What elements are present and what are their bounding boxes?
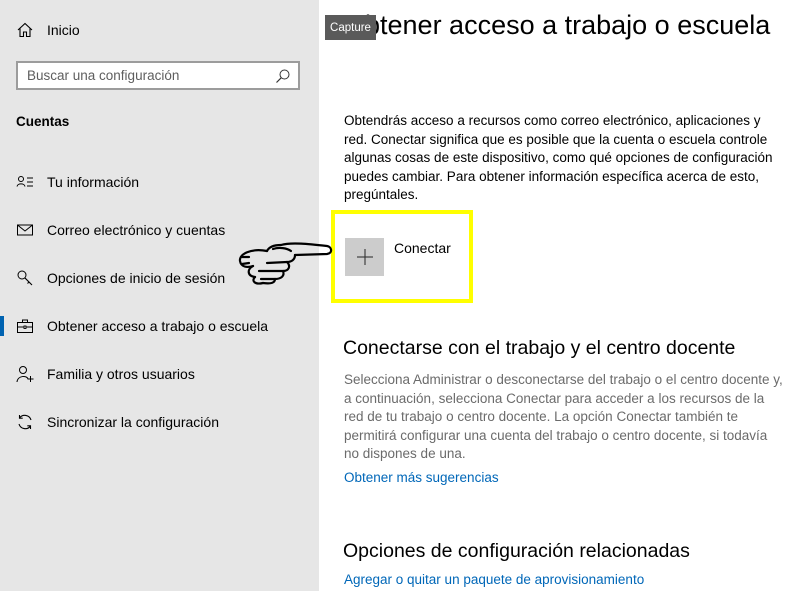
sidebar-item-sincronizar[interactable]: Sincronizar la configuración — [0, 402, 319, 442]
selected-indicator — [0, 316, 4, 336]
main-content: Obtener acceso a trabajo o escuela Captu… — [320, 0, 791, 591]
connect-button[interactable] — [345, 238, 384, 276]
person-card-icon — [16, 176, 33, 187]
intro-text: Obtendrás acceso a recursos como correo … — [344, 113, 773, 202]
search-icon[interactable] — [275, 68, 291, 84]
sidebar-item-label: Correo electrónico y cuentas — [47, 222, 226, 238]
capture-badge: Capture — [325, 15, 376, 40]
provisioning-package-link[interactable]: Agregar o quitar un paquete de aprovisio… — [344, 572, 644, 587]
home-link[interactable]: Inicio — [16, 19, 80, 41]
sidebar-item-tu-informacion[interactable]: Tu información — [0, 162, 319, 202]
sidebar-item-label: Tu información — [47, 174, 140, 190]
home-icon — [17, 22, 33, 38]
mail-icon — [17, 224, 33, 236]
pointing-hand-icon — [238, 242, 333, 285]
sidebar: Inicio Cuentas Tu información Correo ele… — [0, 0, 319, 591]
sidebar-item-label: Sincronizar la configuración — [47, 414, 219, 430]
key-icon — [17, 270, 33, 286]
section-heading-conectarse: Conectarse con el trabajo y el centro do… — [343, 337, 736, 359]
sidebar-item-obtener-acceso[interactable]: Obtener acceso a trabajo o escuela — [0, 306, 319, 346]
sync-icon — [18, 414, 32, 430]
section-heading-related-settings: Opciones de configuración relacionadas — [343, 540, 690, 562]
section-description: Selecciona Administrar o desconectarse d… — [344, 372, 783, 461]
plus-icon — [356, 249, 373, 265]
section-title: Cuentas — [16, 114, 70, 129]
page-title: Obtener acceso a trabajo o escuela — [344, 10, 771, 40]
search-input[interactable] — [18, 67, 275, 84]
sidebar-item-label: Opciones de inicio de sesión — [47, 270, 226, 286]
search-box[interactable] — [16, 61, 300, 90]
sidebar-item-label: Familia y otros usuarios — [47, 366, 195, 382]
more-tips-link[interactable]: Obtener más sugerencias — [344, 470, 499, 485]
sidebar-item-label: Obtener acceso a trabajo o escuela — [47, 318, 269, 334]
connect-label[interactable]: Conectar — [394, 240, 451, 256]
add-person-icon — [16, 366, 34, 383]
sidebar-item-familia[interactable]: Familia y otros usuarios — [0, 354, 319, 394]
home-label: Inicio — [47, 22, 80, 38]
briefcase-icon — [17, 319, 33, 333]
